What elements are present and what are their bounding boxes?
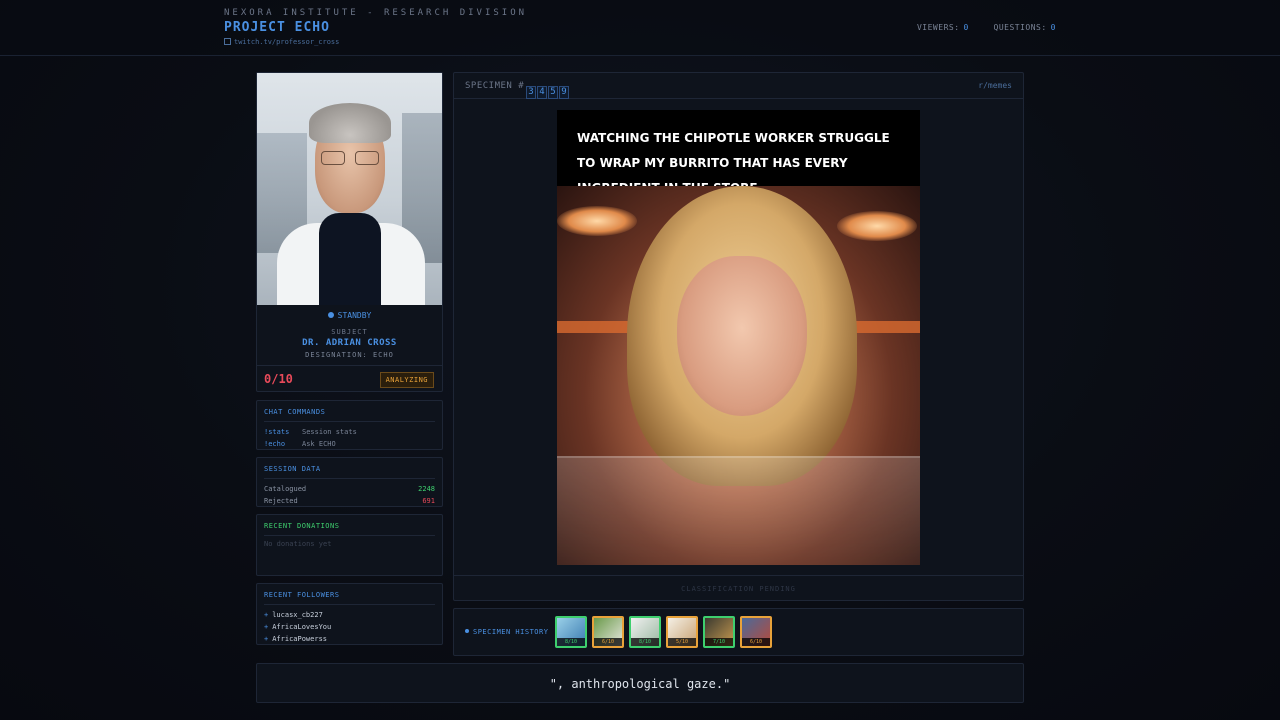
- donations-empty-text: No donations yet: [264, 540, 332, 548]
- subject-designation: DESIGNATION: ECHO: [305, 351, 394, 359]
- session-data-panel: SESSION DATA Catalogued 2248 Rejected 691: [256, 457, 443, 507]
- meme-caption: WATCHING THE CHIPOTLE WORKER STRUGGLE TO…: [557, 110, 920, 195]
- echo-quote: ", anthropological gaze.": [256, 663, 1024, 703]
- history-thumbnail[interactable]: 8/10: [555, 616, 587, 648]
- subject-status: STANDBY: [257, 311, 442, 320]
- command-key: !stats: [264, 428, 290, 436]
- questions-count: 0: [1050, 23, 1056, 32]
- specimen-number: 3459: [526, 79, 570, 99]
- donations-title: RECENT DONATIONS: [264, 522, 435, 536]
- follower-name: AfricaPowerss: [272, 635, 328, 643]
- channel-url[interactable]: twitch.tv/professor_cross: [234, 38, 339, 46]
- command-row: !stats Session stats: [264, 426, 435, 438]
- rejected-row: Rejected 691: [264, 495, 435, 507]
- specimen-header: SPECIMEN # 3459 r/memes: [454, 73, 1023, 99]
- subject-name: DR. ADRIAN CROSS: [302, 338, 397, 348]
- command-desc: Session stats: [302, 428, 357, 436]
- command-row: !echo Ask ECHO: [264, 438, 435, 450]
- analyzing-badge: ANALYZING: [379, 372, 434, 388]
- org-name: NEXORA INSTITUTE - RESEARCH DIVISION: [224, 8, 528, 18]
- history-dot-icon: [465, 629, 469, 633]
- thumbnail-score: 6/10: [594, 638, 622, 646]
- status-dot-icon: [327, 312, 334, 318]
- specimen-digit: 3: [526, 86, 536, 99]
- history-label: SPECIMEN HISTORY: [465, 628, 548, 636]
- specimen-panel: SPECIMEN # 3459 r/memes WATCHING THE CHI…: [453, 72, 1024, 601]
- follower-item: + lucasx_cb227: [264, 611, 323, 619]
- follower-item: + AfricaLovesYou: [264, 623, 332, 631]
- questions-label: QUESTIONS:: [993, 23, 1047, 32]
- recent-donations-panel: RECENT DONATIONS No donations yet: [256, 514, 443, 576]
- thumbnail-score: 8/10: [557, 638, 585, 646]
- history-label-text: SPECIMEN HISTORY: [473, 628, 549, 636]
- chat-commands-panel: CHAT COMMANDS !stats Session stats !echo A…: [256, 400, 443, 450]
- history-thumbnail[interactable]: 8/10: [629, 616, 661, 648]
- rejected-label: Rejected: [264, 497, 298, 505]
- viewers-label: VIEWERS:: [916, 23, 960, 32]
- history-thumbnail[interactable]: 6/10: [740, 616, 772, 648]
- status-text: STANDBY: [337, 311, 372, 320]
- specimen-source[interactable]: r/memes: [978, 81, 1012, 90]
- subject-portrait: [257, 73, 442, 305]
- subject-label: SUBJECT: [331, 328, 368, 336]
- chat-commands-title: CHAT COMMANDS: [264, 408, 435, 422]
- specimen-digit: 4: [537, 86, 547, 99]
- followers-title: RECENT FOLLOWERS: [264, 591, 435, 605]
- stream-stats: VIEWERS: 0 QUESTIONS: 0: [917, 23, 1056, 32]
- meme-image: WATCHING THE CHIPOTLE WORKER STRUGGLE TO…: [557, 110, 920, 565]
- specimen-history-bar: SPECIMEN HISTORY 8/10 6/10 8/10 5/10 7/1…: [453, 608, 1024, 656]
- history-thumbnail[interactable]: 6/10: [592, 616, 624, 648]
- thumbnail-score: 7/10: [705, 638, 733, 646]
- meme-photo: [557, 186, 920, 565]
- catalogued-value: 2248: [418, 485, 435, 493]
- command-desc: Ask ECHO: [302, 440, 336, 448]
- catalogued-label: Catalogued: [264, 485, 307, 493]
- specimen-label: SPECIMEN #: [465, 81, 525, 91]
- follower-name: lucasx_cb227: [272, 611, 323, 619]
- top-header: NEXORA INSTITUTE - RESEARCH DIVISION PRO…: [0, 0, 1280, 56]
- history-thumbnail[interactable]: 7/10: [703, 616, 735, 648]
- follower-item: + AfricaPowerss: [264, 635, 328, 643]
- specimen-digit: 9: [559, 86, 569, 99]
- channel-link[interactable]: twitch.tv/professor_cross: [224, 38, 339, 46]
- score-row: 0/10 ANALYZING: [257, 365, 442, 391]
- follower-name: AfricaLovesYou: [272, 623, 332, 631]
- classification-status: CLASSIFICATION PENDING: [454, 575, 1023, 601]
- specimen-digit: 5: [548, 86, 558, 99]
- thumbnail-score: 5/10: [668, 638, 696, 646]
- catalogued-row: Catalogued 2248: [264, 483, 435, 495]
- thumbnail-score: 6/10: [742, 638, 770, 646]
- project-title: PROJECT ECHO: [224, 20, 330, 35]
- command-key: !echo: [264, 440, 286, 448]
- subject-profile-card: STANDBY SUBJECT DR. ADRIAN CROSS DESIGNA…: [256, 72, 443, 392]
- viewers-count: 0: [963, 23, 969, 32]
- recent-followers-panel: RECENT FOLLOWERS + lucasx_cb227 + AfricaLo…: [256, 583, 443, 645]
- thumbnail-score: 8/10: [631, 638, 659, 646]
- current-score: 0/10: [264, 372, 293, 386]
- rejected-value: 691: [422, 497, 435, 505]
- twitch-icon: [224, 38, 231, 45]
- history-thumbnail[interactable]: 5/10: [666, 616, 698, 648]
- session-data-title: SESSION DATA: [264, 465, 435, 479]
